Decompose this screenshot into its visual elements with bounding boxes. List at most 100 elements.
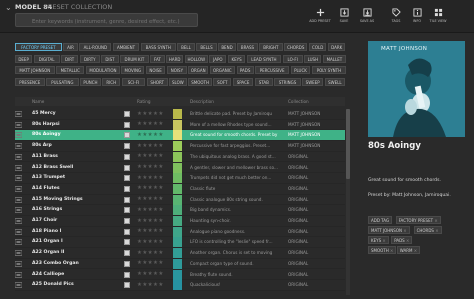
rating-stars[interactable]: ★★★★★: [137, 218, 164, 224]
preset-tag-keys[interactable]: KEYS ×: [368, 236, 389, 244]
tag-sci-fi[interactable]: SCI-FI: [121, 78, 146, 87]
preset-tag-smooth[interactable]: SMOOTH ×: [368, 246, 397, 254]
favorite-checkbox[interactable]: [124, 260, 130, 267]
tag-sweep[interactable]: SWEEP: [302, 78, 324, 87]
preset-row[interactable]: A16 Strings ★★★★★ Big band dynamics. ORIGIN…: [15, 205, 345, 216]
favorite-checkbox[interactable]: [124, 207, 130, 214]
tag-japo[interactable]: JAPO: [209, 54, 227, 63]
favorite-checkbox[interactable]: [124, 228, 130, 235]
rating-stars[interactable]: ★★★★★: [137, 143, 164, 149]
tag-noisy[interactable]: NOISY: [166, 66, 187, 75]
rating-stars[interactable]: ★★★★★: [137, 250, 164, 256]
tag-dirty[interactable]: DIRTY: [79, 54, 100, 63]
tag-cold[interactable]: COLD: [308, 43, 327, 51]
preset-row[interactable]: A24 Calliope ★★★★★ Breathy flute sound. ORI…: [15, 269, 345, 281]
tag-bell[interactable]: BELL: [177, 43, 195, 51]
tag-dark[interactable]: DARK: [327, 43, 346, 51]
rating-stars[interactable]: ★★★★★: [137, 228, 164, 234]
preset-row[interactable]: A22 Organ II ★★★★★ Another organ. Chorus i…: [15, 248, 345, 259]
tag-stab[interactable]: STAB: [254, 78, 273, 87]
tag-slow[interactable]: SLOW: [169, 78, 187, 87]
tag-bells[interactable]: BELLS: [196, 43, 217, 51]
preset-row[interactable]: 45 Mercy ★★★★★ Brittle delicate pad. Prese…: [15, 109, 345, 120]
preset-row[interactable]: A17 Choir ★★★★★ Haunting syn-choir. ORIGINA…: [15, 216, 345, 227]
favorite-checkbox[interactable]: [124, 175, 130, 182]
tag-air[interactable]: AIR: [63, 43, 78, 51]
tag-hollow[interactable]: HOLLOW: [184, 54, 208, 63]
rating-stars[interactable]: ★★★★★: [137, 175, 164, 181]
favorite-checkbox[interactable]: [124, 164, 130, 171]
tag-all-round[interactable]: ALL-ROUND: [79, 43, 112, 51]
tag-hard[interactable]: HARD: [166, 54, 184, 63]
preset-tag-warm[interactable]: WARM ×: [396, 246, 421, 254]
tag-smooth[interactable]: SMOOTH: [188, 78, 212, 87]
rating-stars[interactable]: ★★★★★: [137, 111, 164, 117]
tag-keys[interactable]: KEYS: [228, 54, 246, 63]
rating-stars[interactable]: ★★★★★: [137, 196, 164, 202]
tag-lush[interactable]: LUSH: [304, 54, 322, 63]
preset-row[interactable]: A21 Organ I ★★★★★ LFO is controlling the "…: [15, 237, 345, 249]
column-collection[interactable]: Collection: [288, 99, 309, 104]
tag-pads[interactable]: PADS: [236, 66, 254, 75]
remove-tag-icon[interactable]: ×: [389, 248, 393, 253]
tag-deep[interactable]: DEEP: [15, 54, 33, 63]
tag-swell[interactable]: SWELL: [324, 78, 346, 87]
tag-bass-synth[interactable]: BASS SYNTH: [140, 43, 176, 51]
favorite-checkbox[interactable]: [124, 282, 130, 289]
tag-space[interactable]: SPACE: [232, 78, 254, 87]
tag-bend[interactable]: BEND: [218, 43, 236, 51]
tile-view-button[interactable]: TILE VIEW: [426, 8, 450, 30]
preset-row[interactable]: A13 Trumpet ★★★★★ Trumpets did not get muc…: [15, 173, 345, 184]
preset-row[interactable]: 80s Arp ★★★★★ Percussive for fast arpeggio…: [15, 141, 345, 152]
preset-tag-pads[interactable]: PADS ×: [391, 236, 413, 244]
add-preset-button[interactable]: ADD PRESET: [308, 8, 332, 30]
rating-stars[interactable]: ★★★★★: [137, 239, 164, 245]
remove-tag-icon[interactable]: ×: [413, 248, 417, 253]
favorite-checkbox[interactable]: [124, 239, 130, 246]
tag-lead-synth[interactable]: LEAD SYNTH: [246, 54, 282, 63]
rating-stars[interactable]: ★★★★★: [137, 132, 164, 138]
preset-row[interactable]: A12 Brass Swell ★★★★★ A gentler, slower an…: [15, 162, 345, 174]
tag-punch[interactable]: PUNCH: [80, 78, 101, 87]
remove-tag-icon[interactable]: ×: [433, 218, 437, 223]
tag-matt-johnson[interactable]: MATT JOHNSON: [15, 66, 55, 75]
list-scrollbar[interactable]: [346, 109, 350, 295]
preset-row[interactable]: A25 Donald Pics ★★★★★ Quackalicious! ORIGIN…: [15, 280, 345, 291]
tag-dist[interactable]: DIST: [101, 54, 119, 63]
rating-stars[interactable]: ★★★★★: [137, 282, 164, 288]
tag-bright[interactable]: BRIGHT: [259, 43, 283, 51]
preset-row[interactable]: 80s Aoingy ★★★★★ Great sound for smooth ch…: [15, 130, 345, 142]
rating-stars[interactable]: ★★★★★: [137, 164, 164, 170]
rating-stars[interactable]: ★★★★★: [137, 260, 164, 266]
tag-moving[interactable]: MOVING: [121, 66, 145, 75]
tag-modulation[interactable]: MODULATION: [85, 66, 120, 75]
tag-soft[interactable]: SOFT: [213, 78, 232, 87]
rating-stars[interactable]: ★★★★★: [137, 185, 164, 191]
preset-row[interactable]: A23 Combo Organ ★★★★★ Compact organ type o…: [15, 258, 345, 270]
tag-pluck[interactable]: PLUCK: [290, 66, 311, 75]
tag-metallic[interactable]: METALLIC: [56, 66, 85, 75]
favorite-checkbox[interactable]: [124, 111, 130, 117]
rating-stars[interactable]: ★★★★★: [137, 207, 164, 213]
save-as-button[interactable]: SAVE AS: [355, 8, 379, 30]
tag-drum-kit[interactable]: DRUM KIT: [120, 54, 149, 63]
tag-chords[interactable]: CHORDS: [284, 43, 308, 51]
tag-percussive[interactable]: PERCUSSIVE: [255, 66, 290, 75]
tag-ambient[interactable]: AMBIENT: [112, 43, 140, 51]
tag-mallet[interactable]: MALLET: [322, 54, 346, 63]
favorite-checkbox[interactable]: [124, 218, 130, 224]
column-rating[interactable]: Rating: [137, 99, 151, 104]
preset-row[interactable]: A14 Flutes ★★★★★ Classic flute ORIGINAL: [15, 183, 345, 195]
tag-noise[interactable]: NOISE: [145, 66, 166, 75]
favorite-checkbox[interactable]: [124, 143, 130, 150]
tag-pulsating[interactable]: PULSATING: [46, 78, 79, 87]
tag-short[interactable]: SHORT: [146, 78, 168, 87]
tag-fat[interactable]: FAT: [150, 54, 165, 63]
tag-dirt[interactable]: DIRT: [61, 54, 79, 63]
add-tag-button[interactable]: ADD TAG: [368, 216, 393, 224]
tag-factory-preset[interactable]: FACTORY PRESET: [15, 43, 62, 51]
collapse-chevron-icon[interactable]: ⌄: [5, 3, 12, 12]
remove-tag-icon[interactable]: ×: [434, 228, 438, 233]
tag-digital[interactable]: DIGITAL: [33, 54, 60, 63]
remove-tag-icon[interactable]: ×: [402, 228, 406, 233]
